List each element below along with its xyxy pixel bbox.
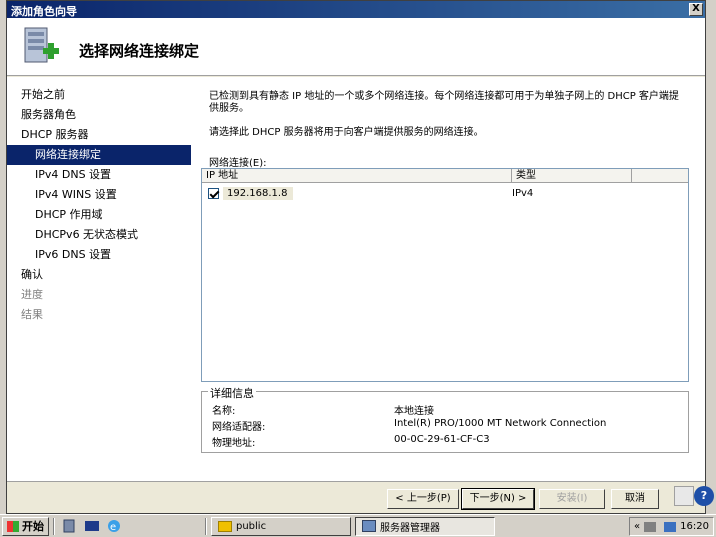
start-label: 开始 bbox=[22, 520, 44, 533]
taskbar-separator bbox=[205, 517, 207, 535]
wizard-content: 已检测到具有静态 IP 地址的一个或多个网络连接。每个网络连接都可用于为单独子网… bbox=[201, 91, 689, 453]
server-manager-icon bbox=[362, 520, 376, 532]
nav-item-network-bindings[interactable]: 网络连接绑定 bbox=[7, 145, 191, 165]
next-button[interactable]: 下一步(N) > bbox=[461, 488, 535, 510]
network-connections-list[interactable]: IP 地址 类型 192.168.1.8 IPv4 bbox=[201, 168, 689, 382]
taskbar-separator bbox=[53, 517, 55, 535]
cancel-button[interactable]: 取消 bbox=[611, 489, 659, 509]
connection-checkbox[interactable] bbox=[208, 187, 219, 199]
start-button[interactable]: 开始 bbox=[2, 516, 49, 536]
wizard-footer: < 上一步(P) 下一步(N) > 安装(I) 取消 bbox=[7, 481, 705, 513]
detail-name-label: 名称: bbox=[212, 406, 236, 417]
type-cell: IPv4 bbox=[512, 187, 534, 199]
window-title: 添加角色向导 bbox=[11, 5, 77, 18]
nav-item-progress: 进度 bbox=[21, 288, 43, 301]
close-button[interactable]: X bbox=[689, 3, 703, 16]
install-button[interactable]: 安装(I) bbox=[539, 489, 605, 509]
wizard-header: 选择网络连接绑定 bbox=[7, 18, 705, 76]
server-role-icon bbox=[24, 27, 59, 63]
powershell-icon[interactable] bbox=[84, 519, 100, 533]
windows-flag-icon bbox=[7, 520, 19, 532]
nav-item-before-you-begin[interactable]: 开始之前 bbox=[7, 85, 191, 105]
column-header-type[interactable]: 类型 bbox=[512, 169, 632, 183]
nav-item-results: 结果 bbox=[21, 308, 43, 321]
column-header-ip[interactable]: IP 地址 bbox=[202, 169, 512, 183]
add-roles-wizard-dialog: 添加角色向导 X 选择网络连接绑定 开始之前 服务器角色 DHCP 服务器 网络… bbox=[6, 0, 706, 514]
details-legend: 详细信息 bbox=[208, 385, 256, 401]
folder-icon bbox=[218, 520, 232, 532]
task-label: public bbox=[236, 520, 267, 532]
intro-text: 已检测到具有静态 IP 地址的一个或多个网络连接。每个网络连接都可用于为单独子网… bbox=[209, 91, 679, 114]
network-connections-label: 网络连接(E): bbox=[209, 158, 267, 169]
taskbar-item-server-manager[interactable]: 服务器管理器 bbox=[355, 516, 495, 536]
nav-item-server-roles[interactable]: 服务器角色 bbox=[7, 105, 191, 125]
detail-adapter-label: 网络适配器: bbox=[212, 422, 266, 433]
list-item[interactable]: 192.168.1.8 IPv4 bbox=[202, 185, 688, 201]
nav-item-ipv6-dns[interactable]: IPv6 DNS 设置 bbox=[7, 245, 191, 265]
nav-item-dhcp-server[interactable]: DHCP 服务器 bbox=[7, 125, 191, 145]
detail-mac-value: 00-0C-29-61-CF-C3 bbox=[394, 434, 490, 445]
page-title: 选择网络连接绑定 bbox=[79, 42, 200, 60]
svg-text:e: e bbox=[110, 522, 116, 533]
server-manager-quicklaunch-icon[interactable] bbox=[62, 519, 78, 533]
internet-explorer-icon[interactable]: e bbox=[106, 519, 122, 533]
details-group: 详细信息 名称: 本地连接 网络适配器: Intel(R) PRO/1000 M… bbox=[201, 385, 689, 453]
tray-expand-icon[interactable]: « bbox=[634, 521, 640, 532]
network-icon[interactable] bbox=[664, 521, 677, 532]
print-icon[interactable] bbox=[674, 486, 694, 506]
system-tray: « 16:20 bbox=[629, 517, 714, 536]
taskbar-item-public[interactable]: public bbox=[211, 516, 351, 536]
detail-name-value: 本地连接 bbox=[394, 406, 434, 417]
title-bar[interactable]: 添加角色向导 X bbox=[7, 1, 705, 18]
detail-adapter-value: Intel(R) PRO/1000 MT Network Connection bbox=[394, 418, 607, 429]
previous-button[interactable]: < 上一步(P) bbox=[387, 489, 459, 509]
instruction-text: 请选择此 DHCP 服务器将用于向客户端提供服务的网络连接。 bbox=[209, 127, 484, 138]
nav-item-ipv4-dns[interactable]: IPv4 DNS 设置 bbox=[7, 165, 191, 185]
vmware-icon[interactable] bbox=[644, 521, 657, 532]
nav-item-ipv4-wins[interactable]: IPv4 WINS 设置 bbox=[7, 185, 191, 205]
task-label: 服务器管理器 bbox=[380, 522, 440, 534]
help-button[interactable]: ? bbox=[694, 486, 714, 506]
nav-item-dhcpv6-stateless[interactable]: DHCPv6 无状态模式 bbox=[7, 225, 191, 245]
wizard-nav: 开始之前 服务器角色 DHCP 服务器 网络连接绑定 IPv4 DNS 设置 I… bbox=[7, 85, 191, 325]
detail-mac-label: 物理地址: bbox=[212, 438, 256, 449]
wizard-body: 开始之前 服务器角色 DHCP 服务器 网络连接绑定 IPv4 DNS 设置 I… bbox=[7, 77, 705, 513]
list-header: IP 地址 类型 bbox=[202, 169, 688, 183]
taskbar: 开始 e public 服务器管理器 « 16:20 bbox=[0, 514, 716, 537]
clock: 16:20 bbox=[680, 521, 709, 532]
ip-address-cell: 192.168.1.8 bbox=[223, 186, 293, 200]
nav-item-confirmation[interactable]: 确认 bbox=[7, 265, 191, 285]
nav-item-dhcp-scopes[interactable]: DHCP 作用域 bbox=[7, 205, 191, 225]
